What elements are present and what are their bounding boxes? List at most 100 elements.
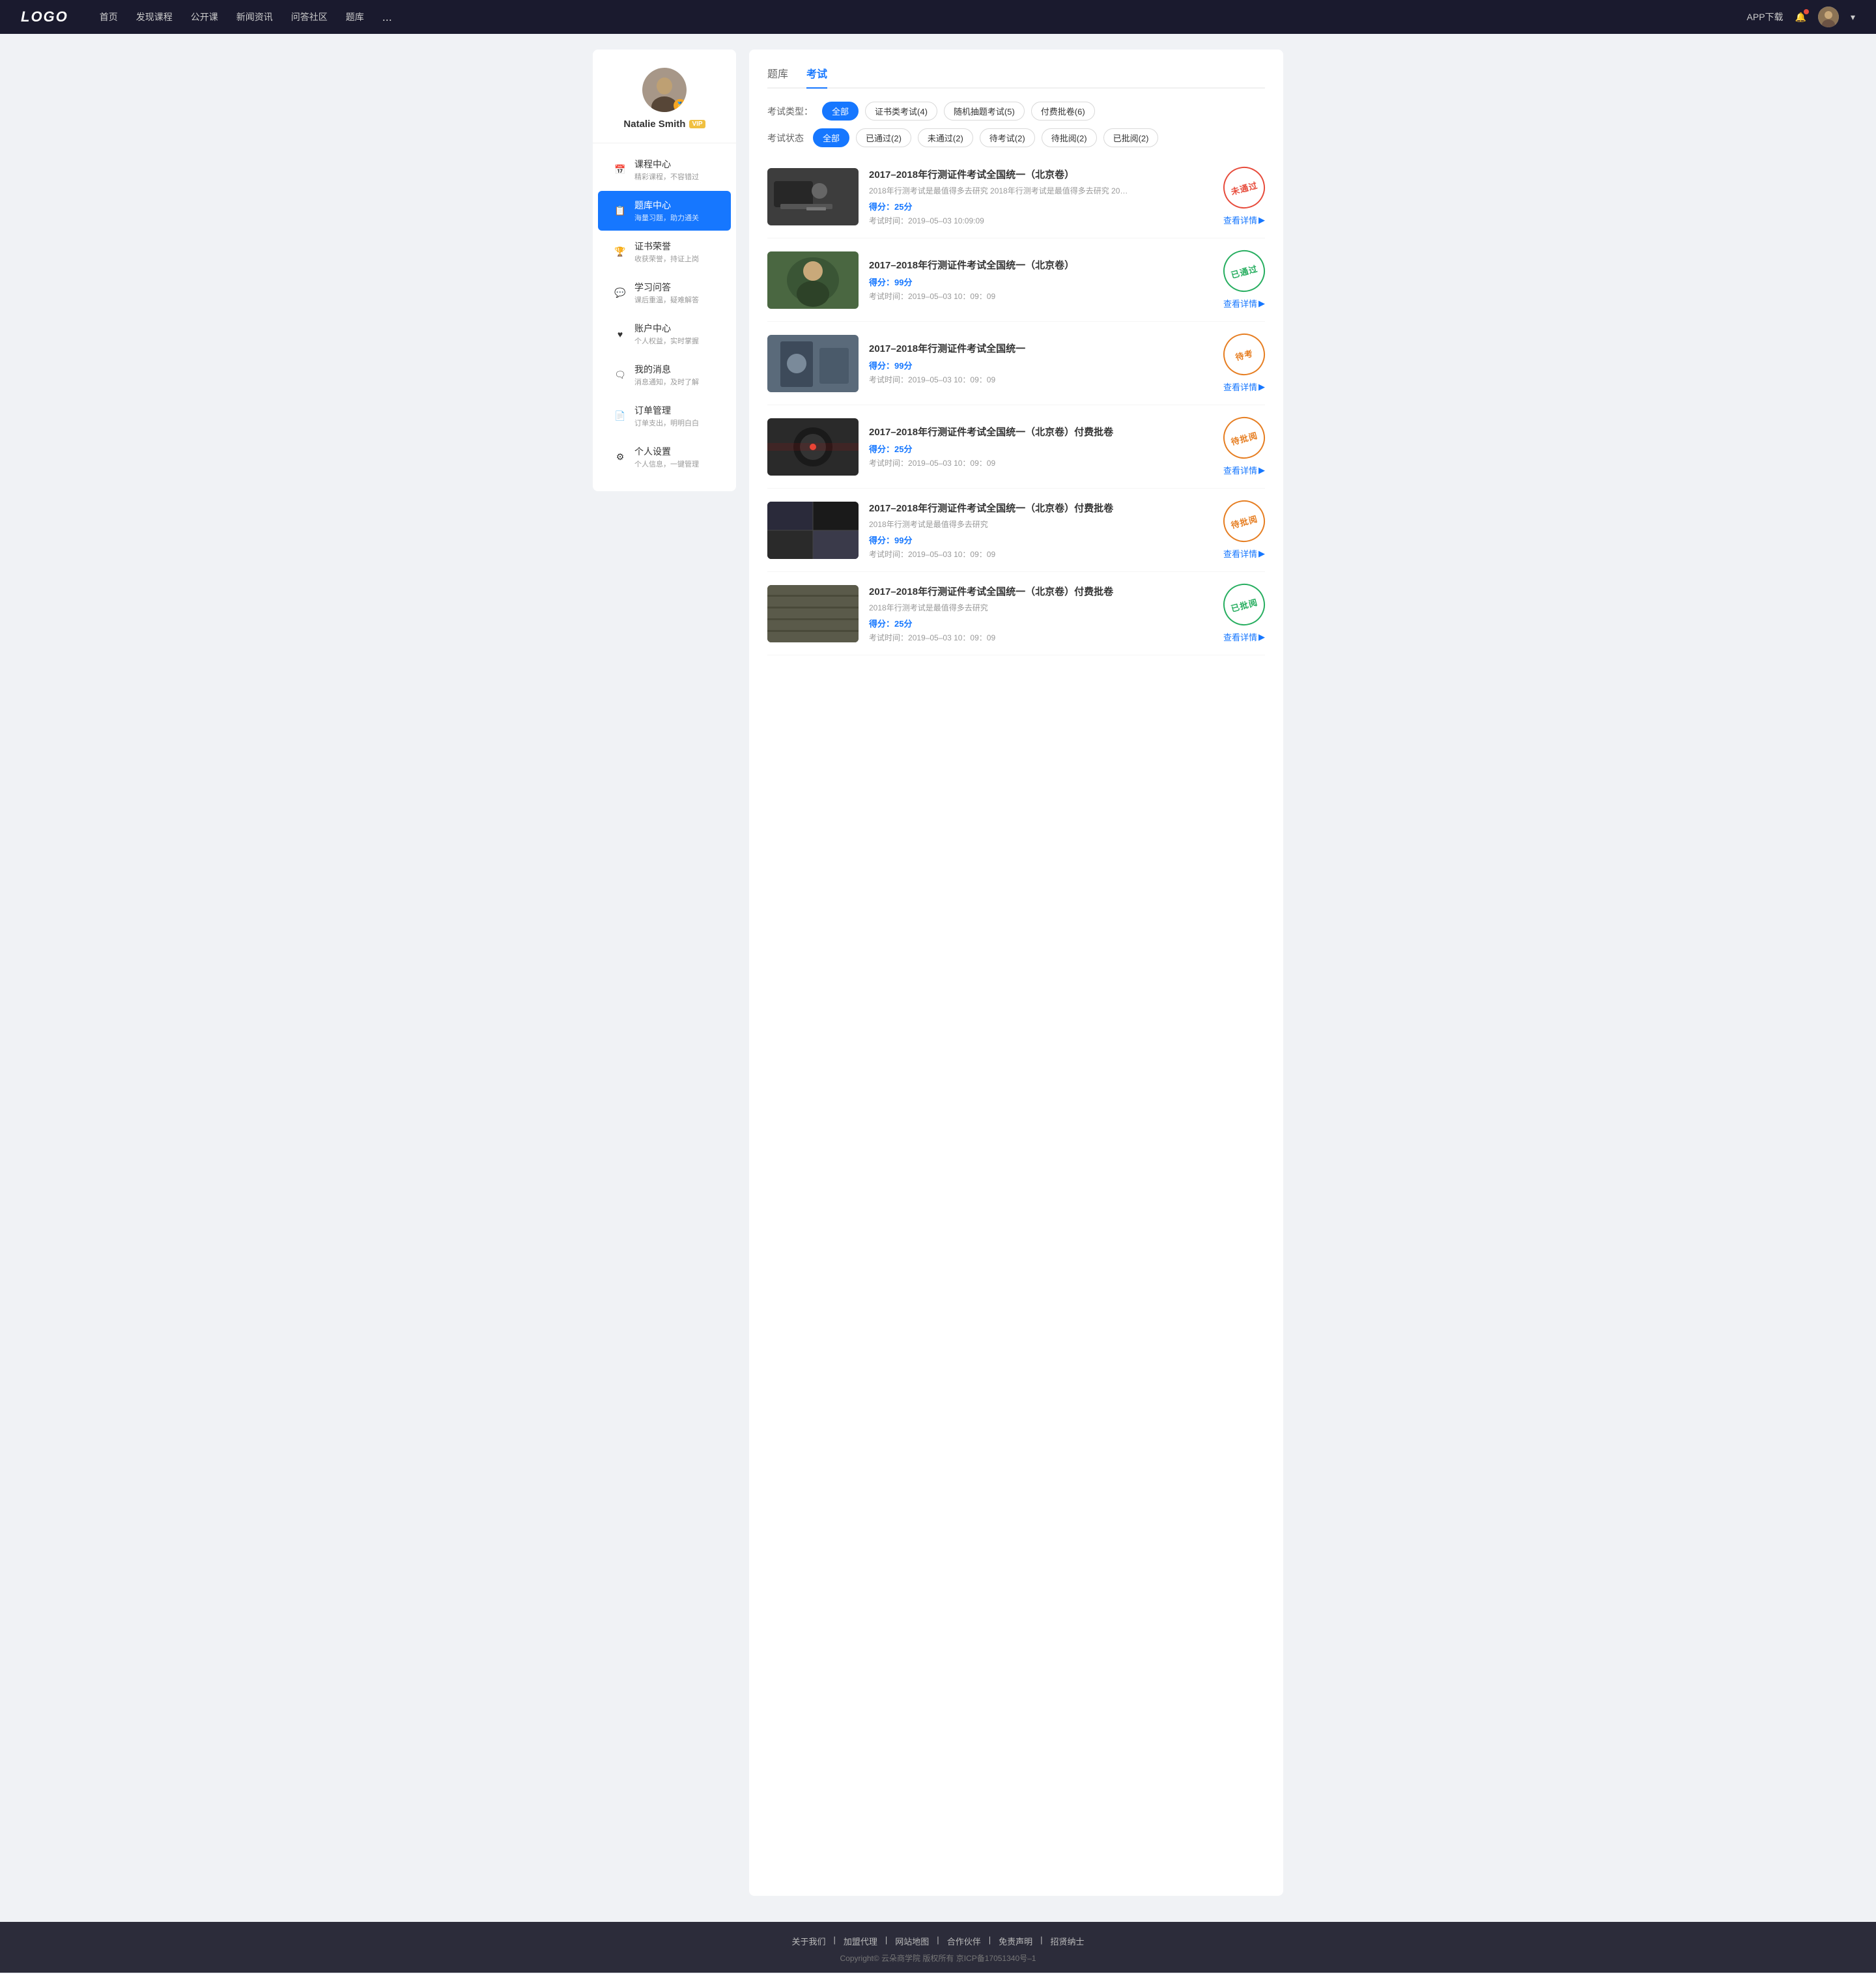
exam-title-6: 2017–2018年行测证件考试全国统一（北京卷）付费批卷 (869, 584, 1213, 598)
sidebar-item-account[interactable]: ♥ 账户中心 个人权益，实时掌握 (598, 314, 731, 354)
user-dropdown-icon[interactable]: ▾ (1851, 12, 1855, 23)
nav-news[interactable]: 新闻资讯 (236, 10, 273, 23)
footer-partners[interactable]: 合作伙伴 (947, 1935, 981, 1947)
exam-thumb-2 (767, 251, 859, 309)
exam-right-2: 已通过 查看详情 ▶ (1223, 250, 1265, 309)
exam-title-3: 2017–2018年行测证件考试全国统一 (869, 341, 1213, 355)
exam-action-3[interactable]: 查看详情 ▶ (1223, 380, 1265, 393)
exam-score-2: 得分：99分 (869, 276, 1213, 288)
exam-action-5[interactable]: 查看详情 ▶ (1223, 547, 1265, 560)
settings-icon: ⚙ (614, 451, 627, 464)
exam-stamp-2: 已通过 (1219, 246, 1270, 296)
exam-desc-5: 2018年行测考试是最值得多去研究 (869, 519, 1130, 530)
sidebar-username: Natalie Smith VIP (623, 119, 705, 130)
exam-type-random[interactable]: 随机抽题考试(5) (944, 102, 1025, 121)
exam-action-6[interactable]: 查看详情 ▶ (1223, 631, 1265, 643)
exam-right-4: 待批阅 查看详情 ▶ (1223, 417, 1265, 476)
exam-time-6: 考试时间：2019–05–03 10：09：09 (869, 632, 1213, 643)
sidebar-item-exam-bank[interactable]: 📋 题库中心 海量习题，助力通关 (598, 191, 731, 231)
exam-right-5: 待批阅 查看详情 ▶ (1223, 500, 1265, 560)
sidebar-item-course-center[interactable]: 📅 课程中心 精彩课程，不容错过 (598, 150, 731, 190)
sidebar-menu: 📅 课程中心 精彩课程，不容错过 📋 题库中心 海量习题，助力通关 🏆 证书荣誉… (593, 150, 736, 477)
exam-right-6: 已批阅 查看详情 ▶ (1223, 584, 1265, 643)
tab-exam[interactable]: 考试 (806, 65, 827, 89)
exam-thumb-4 (767, 418, 859, 476)
status-failed[interactable]: 未通过(2) (918, 128, 973, 147)
status-all[interactable]: 全部 (813, 128, 849, 147)
nav-bank[interactable]: 题库 (346, 10, 364, 23)
footer-links: 关于我们 | 加盟代理 | 网站地图 | 合作伙伴 | 免责声明 | 招贤纳士 (0, 1935, 1876, 1947)
notification-bell[interactable]: 🔔 (1795, 12, 1806, 23)
sidebar-item-orders[interactable]: 📄 订单管理 订单支出，明明白白 (598, 396, 731, 436)
nav-courses[interactable]: 发现课程 (136, 10, 173, 23)
exam-thumb-5 (767, 502, 859, 559)
exam-title-4: 2017–2018年行测证件考试全国统一（北京卷）付费批卷 (869, 425, 1213, 438)
nav-menu: 首页 发现课程 公开课 新闻资讯 问答社区 题库 ... (100, 10, 1726, 24)
exam-time-5: 考试时间：2019–05–03 10：09：09 (869, 549, 1213, 560)
exam-item-4: 2017–2018年行测证件考试全国统一（北京卷）付费批卷 得分：25分 考试时… (767, 405, 1265, 489)
nav-home[interactable]: 首页 (100, 10, 118, 23)
exam-thumb-3 (767, 335, 859, 392)
sidebar-item-qa[interactable]: 💬 学习问答 课后重温，疑难解答 (598, 273, 731, 313)
user-avatar[interactable] (1818, 7, 1839, 27)
exam-time-2: 考试时间：2019–05–03 10：09：09 (869, 291, 1213, 302)
exam-type-all[interactable]: 全部 (822, 102, 859, 121)
main-container: 🥇 Natalie Smith VIP 📅 课程中心 精彩课程，不容错过 📋 题… (593, 34, 1283, 1922)
sidebar-item-messages[interactable]: 🗨 我的消息 消息通知，及时了解 (598, 355, 731, 395)
footer-franchise[interactable]: 加盟代理 (844, 1935, 877, 1947)
footer: 关于我们 | 加盟代理 | 网站地图 | 合作伙伴 | 免责声明 | 招贤纳士 … (0, 1922, 1876, 1973)
status-to-review[interactable]: 待批阅(2) (1042, 128, 1097, 147)
footer-copyright: Copyright© 云朵商学院 版权所有 京ICP备17051340号–1 (0, 1953, 1876, 1964)
nav-more[interactable]: ... (382, 10, 392, 24)
tab-question-bank[interactable]: 题库 (767, 65, 788, 89)
exam-title-5: 2017–2018年行测证件考试全国统一（北京卷）付费批卷 (869, 501, 1213, 515)
footer-sitemap[interactable]: 网站地图 (895, 1935, 929, 1947)
exam-thumb-6 (767, 585, 859, 642)
exam-info-5: 2017–2018年行测证件考试全国统一（北京卷）付费批卷 2018年行测考试是… (869, 501, 1213, 560)
profile-badge-icon: 🥇 (674, 99, 687, 112)
exam-time-4: 考试时间：2019–05–03 10：09：09 (869, 457, 1213, 468)
exam-item-6: 2017–2018年行测证件考试全国统一（北京卷）付费批卷 2018年行测考试是… (767, 572, 1265, 655)
exam-thumb-1 (767, 168, 859, 225)
status-pending[interactable]: 待考试(2) (980, 128, 1035, 147)
footer-about[interactable]: 关于我们 (791, 1935, 825, 1947)
navbar-right: APP下载 🔔 ▾ (1747, 7, 1855, 27)
exam-stamp-3: 待考 (1219, 329, 1270, 380)
exam-time-1: 考试时间：2019–05–03 10:09:09 (869, 215, 1213, 226)
footer-disclaimer[interactable]: 免责声明 (999, 1935, 1032, 1947)
exam-type-label: 考试类型： (767, 105, 813, 118)
logo: LOGO (21, 8, 68, 25)
content-area: 题库 考试 考试类型： 全部 证书类考试(4) 随机抽题考试(5) 付费批卷(6… (749, 50, 1283, 1896)
footer-jobs[interactable]: 招贤纳士 (1051, 1935, 1085, 1947)
sidebar-item-certificate[interactable]: 🏆 证书荣誉 收获荣誉，持证上岗 (598, 232, 731, 272)
status-passed[interactable]: 已通过(2) (856, 128, 911, 147)
exam-stamp-5: 待批阅 (1219, 496, 1270, 547)
exam-score-3: 得分：99分 (869, 359, 1213, 371)
exam-desc-1: 2018年行测考试是最值得多去研究 2018年行测考试是最值得多去研究 2018… (869, 185, 1130, 196)
exam-list: 2017–2018年行测证件考试全国统一（北京卷） 2018年行测考试是最值得多… (767, 155, 1265, 655)
exam-title-2: 2017–2018年行测证件考试全国统一（北京卷） (869, 258, 1213, 272)
exam-right-3: 待考 查看详情 ▶ (1223, 334, 1265, 393)
exam-type-paid[interactable]: 付费批卷(6) (1031, 102, 1095, 121)
exam-status-label: 考试状态 (767, 132, 804, 145)
exam-item-1: 2017–2018年行测证件考试全国统一（北京卷） 2018年行测考试是最值得多… (767, 155, 1265, 238)
exam-score-5: 得分：99分 (869, 534, 1213, 546)
exam-status-filter-row: 考试状态 全部 已通过(2) 未通过(2) 待考试(2) 待批阅(2) 已批阅(… (767, 128, 1265, 147)
top-tabs: 题库 考试 (767, 65, 1265, 89)
qa-icon: 💬 (614, 287, 627, 300)
nav-open[interactable]: 公开课 (191, 10, 218, 23)
vip-badge: VIP (689, 120, 705, 128)
exam-action-2[interactable]: 查看详情 ▶ (1223, 297, 1265, 309)
exam-action-1[interactable]: 查看详情 ▶ (1223, 214, 1265, 226)
exam-action-4[interactable]: 查看详情 ▶ (1223, 464, 1265, 476)
status-reviewed[interactable]: 已批阅(2) (1103, 128, 1159, 147)
exam-type-cert[interactable]: 证书类考试(4) (865, 102, 937, 121)
exam-item-3: 2017–2018年行测证件考试全国统一 得分：99分 考试时间：2019–05… (767, 322, 1265, 405)
app-download-button[interactable]: APP下载 (1747, 10, 1784, 23)
certificate-icon: 🏆 (614, 246, 627, 259)
sidebar-item-settings[interactable]: ⚙ 个人设置 个人信息，一键管理 (598, 437, 731, 477)
nav-qa[interactable]: 问答社区 (291, 10, 328, 23)
sidebar: 🥇 Natalie Smith VIP 📅 课程中心 精彩课程，不容错过 📋 题… (593, 50, 736, 491)
account-icon: ♥ (614, 328, 627, 341)
messages-icon: 🗨 (614, 369, 627, 382)
